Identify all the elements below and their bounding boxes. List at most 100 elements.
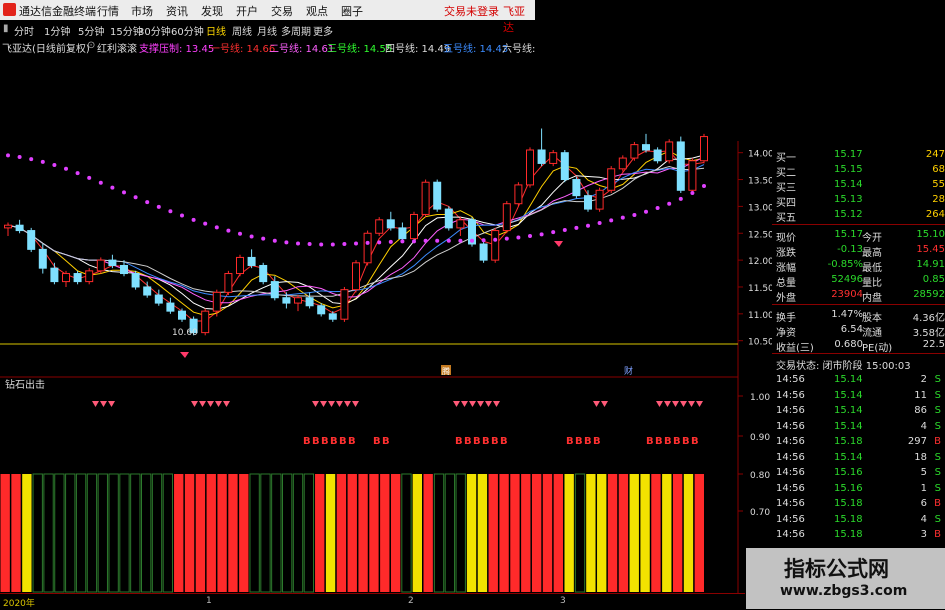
buy-b-label: B xyxy=(312,436,320,447)
candle-body xyxy=(15,224,24,232)
quote-cell: 14:56 xyxy=(776,498,805,509)
buy-b-label: B xyxy=(566,436,574,447)
quote-cell: 247 xyxy=(925,149,945,160)
signal-bar-green xyxy=(108,473,119,593)
support-dot xyxy=(516,235,521,240)
candle-body xyxy=(410,213,418,240)
buy-b-label: B xyxy=(673,436,681,447)
quote-cell: 内盘 xyxy=(862,293,882,304)
quote-separator xyxy=(772,304,945,305)
quote-cell: 22.5 xyxy=(922,339,945,350)
candle-body xyxy=(328,313,337,320)
tick-row: 14:56 15.18 3 B xyxy=(772,528,945,543)
signal-bar-red xyxy=(607,474,618,592)
price-tick-label: 13.50 xyxy=(748,177,772,187)
signal-bar-green xyxy=(303,473,315,593)
support-dot xyxy=(551,230,556,235)
quote-stat-row: 现价 15.17 今开 15.10 xyxy=(772,228,945,244)
quote-cell: 23904 xyxy=(831,289,863,300)
event-marker-cai-label[interactable]: 财 xyxy=(624,365,633,377)
support-dot xyxy=(40,159,45,164)
candle-body xyxy=(270,281,279,299)
diamond-signal-icon xyxy=(344,401,351,407)
signal-bar-red xyxy=(239,474,249,592)
support-dot xyxy=(481,238,486,243)
quote-cell: 4.36亿 xyxy=(912,313,945,324)
support-dot xyxy=(470,238,474,243)
candle-body xyxy=(305,297,314,307)
low-price-label: 10.60 xyxy=(172,328,198,338)
signal-bar-red xyxy=(11,474,21,592)
quote-cell: 28 xyxy=(932,194,945,205)
quote-cell: 15.14 xyxy=(834,420,863,432)
diamond-signal-icon xyxy=(601,401,608,407)
signal-bar-green xyxy=(260,473,271,593)
buy-signal-diamond-icon xyxy=(554,241,563,247)
candle-body xyxy=(317,305,326,315)
buy-b-label: B xyxy=(303,436,311,447)
signal-bar-red xyxy=(390,474,401,592)
signal-bar-yellow xyxy=(629,474,639,592)
candle-body xyxy=(62,273,70,283)
quote-cell: 股本 xyxy=(862,313,882,324)
diamond-signal-icon xyxy=(680,401,687,407)
support-dot xyxy=(203,221,208,226)
signal-bar-green xyxy=(75,473,87,593)
support-dot xyxy=(284,240,289,245)
diamond-signal-icon xyxy=(207,401,214,407)
signal-bar-green xyxy=(141,473,152,593)
quote-cell: S xyxy=(934,513,941,525)
tick-row: 14:56 15.14 2 S xyxy=(772,373,945,388)
buy-b-label: B xyxy=(491,436,499,447)
signal-bar-yellow xyxy=(586,474,596,592)
quote-cell: 0.85 xyxy=(922,274,945,285)
candle-body xyxy=(618,157,627,170)
date-label-2: 2 xyxy=(408,596,414,606)
quote-cell: 86 xyxy=(914,405,927,416)
candle-body xyxy=(27,230,36,250)
candle-body xyxy=(502,203,511,232)
price-tick-label: 14.00 xyxy=(748,150,772,160)
date-label-1: 1 xyxy=(206,596,212,606)
buy-b-label: B xyxy=(500,436,508,447)
signal-bar-green xyxy=(119,473,130,593)
buy-b-label: B xyxy=(691,436,699,447)
quote-cell: 15.17 xyxy=(834,149,863,160)
support-dot xyxy=(597,221,602,226)
candle-body xyxy=(491,230,500,261)
support-dot xyxy=(574,225,579,230)
signal-bar-yellow xyxy=(564,474,574,592)
quote-stat-row: 涨幅 -0.85% 最低 14.91 xyxy=(772,258,945,274)
quote-cell: 15.18 xyxy=(834,513,863,525)
candle-body xyxy=(201,310,210,334)
support-dot xyxy=(330,242,335,247)
quote-cell: 净资 xyxy=(776,328,796,339)
candle-body xyxy=(96,259,105,272)
quote-cell: 收益(三) xyxy=(776,343,814,354)
quote-cell: 15.16 xyxy=(834,467,863,478)
signal-bar-yellow xyxy=(683,474,694,592)
diamond-signal-icon xyxy=(696,401,703,407)
quote-cell: 15.14 xyxy=(834,405,863,416)
signal-bar-yellow xyxy=(466,474,477,592)
quote-panel: 买一 15.17 247 买二 15.15 68 买三 15.14 55 买四 15.13 28 买五 1… xyxy=(772,141,945,551)
signal-bar-red xyxy=(336,474,347,592)
candle-body xyxy=(224,273,233,293)
candle-body xyxy=(444,208,453,229)
watermark-title: 指标公式网 xyxy=(784,557,889,581)
quote-cell: S xyxy=(934,467,941,478)
support-dot xyxy=(133,195,138,200)
price-chart[interactable]: 14.0013.5013.0012.5012.0011.5011.0010.50… xyxy=(0,0,772,609)
candle-body xyxy=(676,141,685,191)
signal-bar-green xyxy=(292,473,304,593)
signal-bar-green xyxy=(130,473,141,593)
diamond-signal-icon xyxy=(593,401,600,407)
quote-cell: -0.13 xyxy=(837,244,863,255)
candle-body xyxy=(247,256,256,266)
quote-cell: 14:56 xyxy=(776,482,805,494)
candle-body xyxy=(433,181,442,210)
quote-cell: 现价 xyxy=(776,233,796,244)
quote-cell: 15.14 xyxy=(834,179,863,190)
quote-cell: 14:56 xyxy=(776,389,805,401)
quote-cell: 15.17 xyxy=(834,229,863,240)
